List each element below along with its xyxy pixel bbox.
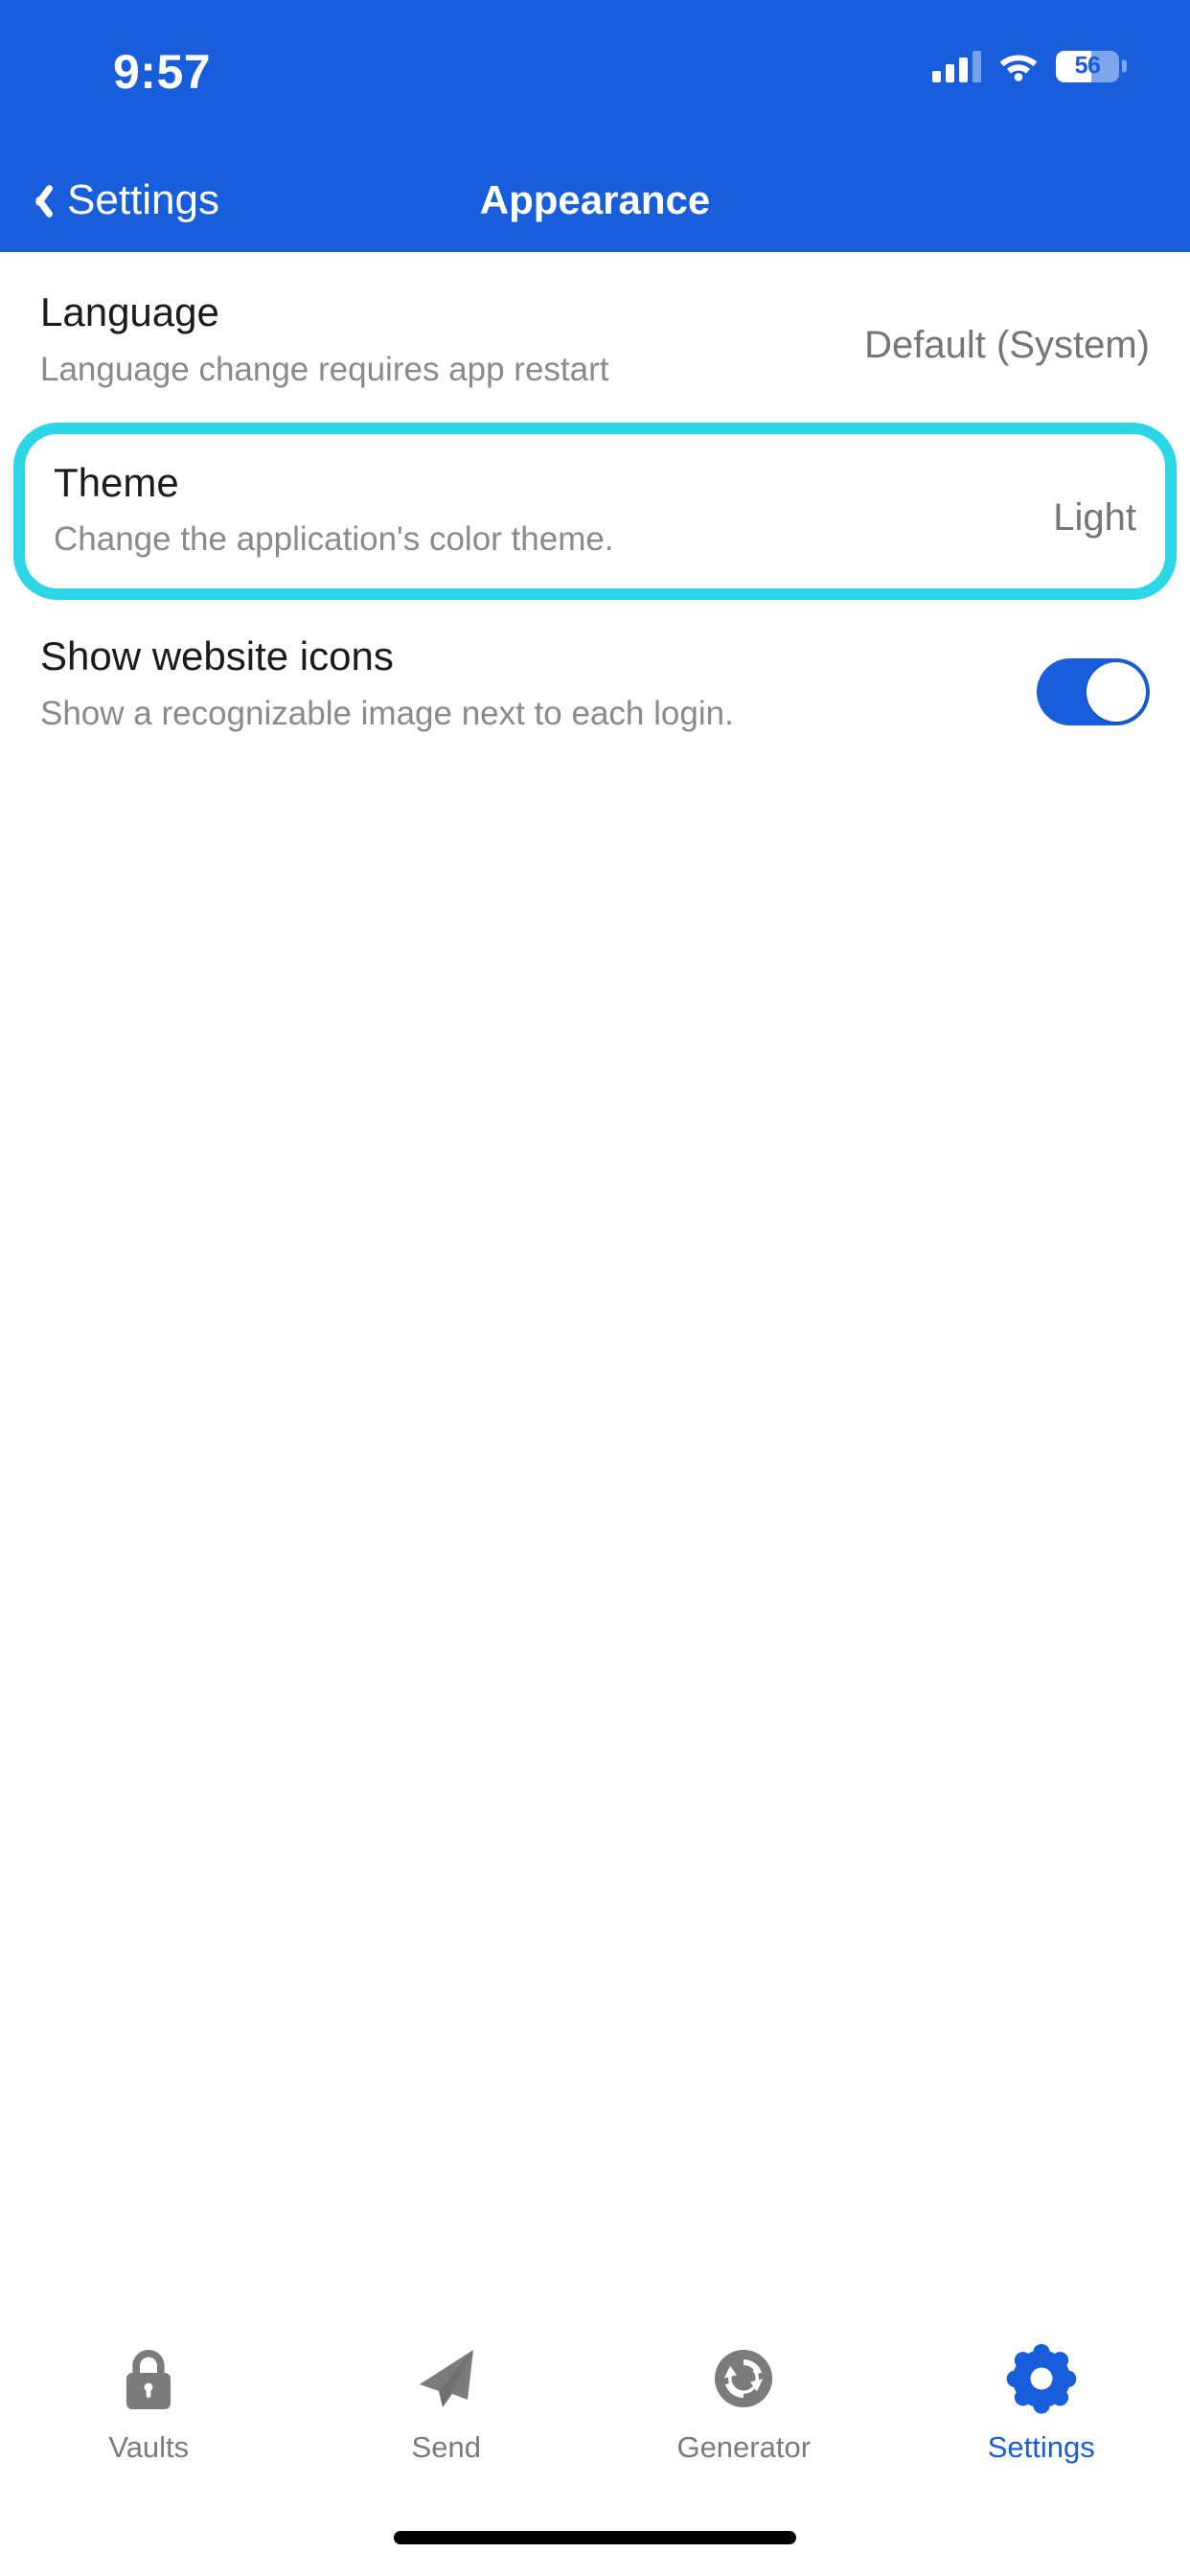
website-icons-title: Show website icons xyxy=(40,632,1014,680)
tab-label-vaults: Vaults xyxy=(108,2430,189,2465)
language-subtitle: Language change requires app restart xyxy=(40,350,841,390)
theme-value: Light xyxy=(1053,479,1136,540)
language-title: Language xyxy=(40,288,841,336)
refresh-circle-icon xyxy=(707,2342,780,2415)
theme-subtitle: Change the application's color theme. xyxy=(54,519,1030,560)
lock-icon xyxy=(112,2342,185,2415)
theme-title: Theme xyxy=(54,459,1030,507)
tab-label-generator: Generator xyxy=(676,2430,811,2465)
toggle-knob xyxy=(1087,662,1146,722)
status-bar-time: 9:57 xyxy=(113,44,211,100)
setting-row-theme[interactable]: Theme Change the application's color the… xyxy=(13,423,1177,601)
cellular-signal-icon xyxy=(932,50,981,82)
setting-row-show-website-icons[interactable]: Show website icons Show a recognizable i… xyxy=(0,610,1190,755)
battery-icon: 56 xyxy=(1056,51,1119,82)
tab-bar: Vaults Send Generator xyxy=(0,2317,1190,2499)
website-icons-toggle[interactable] xyxy=(1037,658,1150,725)
setting-row-language[interactable]: Language Language change requires app re… xyxy=(0,265,1190,411)
home-indicator-area xyxy=(0,2499,1190,2576)
paper-plane-icon xyxy=(410,2342,483,2415)
wifi-icon xyxy=(998,51,1039,81)
gear-icon xyxy=(1005,2342,1078,2415)
navigation-bar: Settings Appearance xyxy=(0,149,1190,252)
tab-settings[interactable]: Settings xyxy=(893,2342,1190,2465)
status-bar: 9:57 56 xyxy=(0,0,1190,149)
tab-label-send: Send xyxy=(412,2430,481,2465)
settings-list: Language Language change requires app re… xyxy=(0,252,1190,2317)
home-indicator xyxy=(394,2531,796,2544)
language-value: Default (System) xyxy=(864,310,1150,367)
battery-percent-label: 56 xyxy=(1056,53,1119,80)
status-bar-indicators: 56 xyxy=(932,50,1119,82)
tab-vaults[interactable]: Vaults xyxy=(0,2342,298,2465)
app-screen: 9:57 56 Settings Appearan xyxy=(0,0,1190,2576)
tab-send[interactable]: Send xyxy=(298,2342,596,2465)
page-title: Appearance xyxy=(0,177,1190,223)
website-icons-subtitle: Show a recognizable image next to each l… xyxy=(40,694,1014,734)
tab-label-settings: Settings xyxy=(988,2430,1095,2465)
tab-generator[interactable]: Generator xyxy=(595,2342,893,2465)
